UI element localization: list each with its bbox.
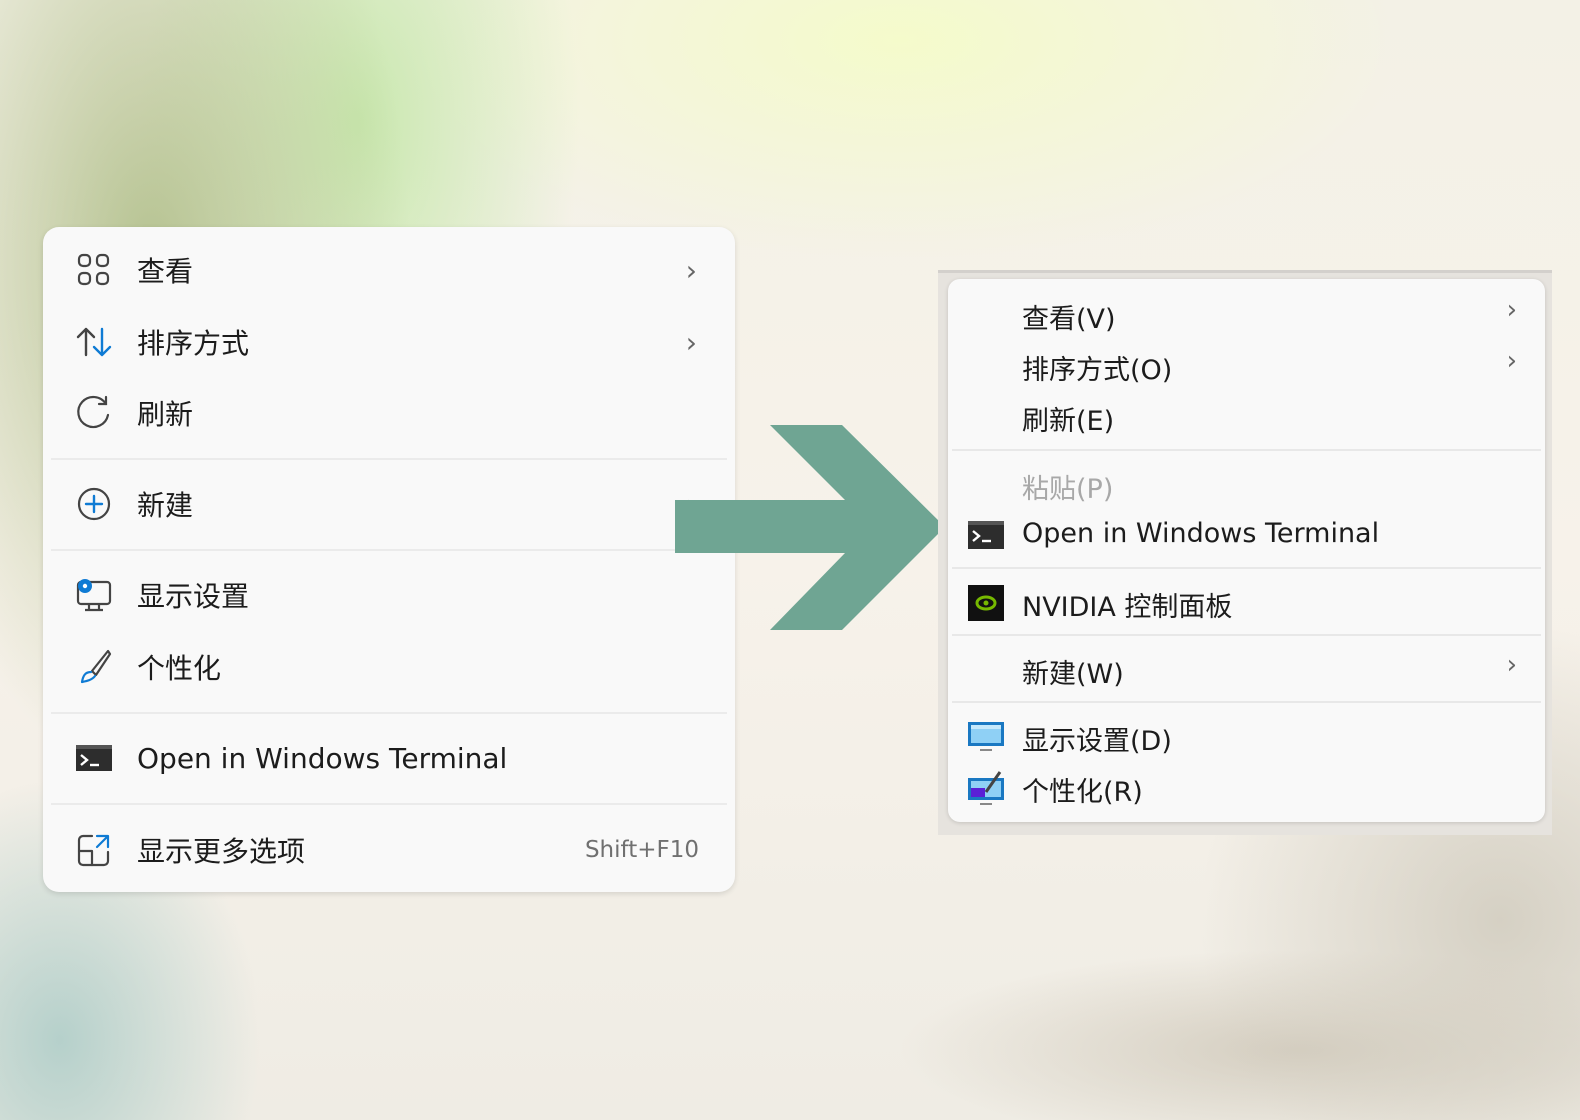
chevron-right-icon: › xyxy=(1506,295,1517,325)
display-settings-icon xyxy=(75,576,113,614)
menu-item-label: 查看(V) xyxy=(1022,304,1116,335)
menu-item-paste[interactable]: 粘贴(P) xyxy=(948,459,1545,509)
menu-item-display-settings[interactable]: 显示设置(D) xyxy=(948,711,1545,761)
chevron-right-icon: › xyxy=(685,325,697,359)
menu-separator xyxy=(51,549,727,551)
win11-context-menu: 查看 › 排序方式 › 刷新 新建 › 显示设置 个性化 Open in Win… xyxy=(43,227,735,892)
menu-separator xyxy=(952,701,1541,703)
menu-item-label: 排序方式(O) xyxy=(1022,355,1173,386)
menu-separator xyxy=(51,458,727,460)
nvidia-icon xyxy=(968,585,1004,621)
classic-context-menu: 查看(V) › 排序方式(O) › 刷新(E) 粘贴(P) Open in Wi… xyxy=(948,279,1545,822)
menu-item-label: 显示设置 xyxy=(137,580,250,613)
personalize-icon xyxy=(968,770,1004,805)
sort-arrows-icon xyxy=(75,323,113,361)
add-circle-icon xyxy=(75,485,113,523)
show-more-icon xyxy=(75,831,113,869)
menu-item-new[interactable]: 新建 › xyxy=(43,474,735,534)
menu-separator xyxy=(51,712,727,714)
menu-item-label: Open in Windows Terminal xyxy=(137,741,508,775)
menu-item-display-settings[interactable]: 显示设置 xyxy=(43,565,735,625)
menu-item-nvidia-control-panel[interactable]: NVIDIA 控制面板 xyxy=(948,577,1545,627)
menu-item-label: 新建 xyxy=(137,489,194,522)
menu-item-sort[interactable]: 排序方式(O) › xyxy=(948,340,1545,390)
chevron-right-icon: › xyxy=(685,253,697,287)
menu-item-label: 粘贴(P) xyxy=(1022,474,1114,505)
menu-separator xyxy=(51,803,727,805)
menu-item-new[interactable]: 新建(W) › xyxy=(948,644,1545,694)
terminal-icon xyxy=(968,518,1004,552)
brush-icon xyxy=(75,648,113,686)
menu-item-show-more-options[interactable]: 显示更多选项 Shift+F10 xyxy=(43,820,735,880)
menu-item-label: 刷新(E) xyxy=(1022,406,1115,437)
monitor-icon xyxy=(968,719,1004,753)
menu-item-label: 新建(W) xyxy=(1022,659,1124,690)
menu-item-label: 显示更多选项 xyxy=(137,835,306,868)
menu-separator xyxy=(952,449,1541,451)
chevron-right-icon: › xyxy=(1506,346,1517,376)
chevron-right-icon: › xyxy=(1506,650,1517,680)
menu-item-open-terminal[interactable]: Open in Windows Terminal xyxy=(948,510,1545,560)
menu-separator xyxy=(952,567,1541,569)
menu-item-view[interactable]: 查看 › xyxy=(43,240,735,300)
menu-item-refresh[interactable]: 刷新 xyxy=(43,383,735,443)
refresh-icon xyxy=(75,394,113,432)
menu-item-label: Open in Windows Terminal xyxy=(1022,518,1380,549)
keyboard-shortcut: Shift+F10 xyxy=(584,837,699,863)
menu-item-personalize[interactable]: 个性化(R) xyxy=(948,762,1545,812)
menu-item-label: 显示设置(D) xyxy=(1022,726,1172,757)
grid-icon xyxy=(75,251,113,289)
menu-item-label: 查看 xyxy=(137,255,194,288)
menu-item-open-terminal[interactable]: Open in Windows Terminal xyxy=(43,728,735,788)
menu-item-label: 排序方式 xyxy=(137,327,250,360)
menu-item-label: 刷新 xyxy=(137,398,194,431)
menu-item-sort[interactable]: 排序方式 › xyxy=(43,312,735,372)
menu-separator xyxy=(952,634,1541,636)
terminal-icon xyxy=(75,739,113,777)
chevron-right-icon: › xyxy=(685,487,697,521)
menu-item-label: NVIDIA 控制面板 xyxy=(1022,592,1233,623)
menu-item-view[interactable]: 查看(V) › xyxy=(948,289,1545,339)
menu-item-label: 个性化 xyxy=(137,652,222,685)
menu-item-refresh[interactable]: 刷新(E) xyxy=(948,391,1545,441)
menu-item-label: 个性化(R) xyxy=(1022,777,1143,808)
menu-item-personalize[interactable]: 个性化 xyxy=(43,637,735,697)
